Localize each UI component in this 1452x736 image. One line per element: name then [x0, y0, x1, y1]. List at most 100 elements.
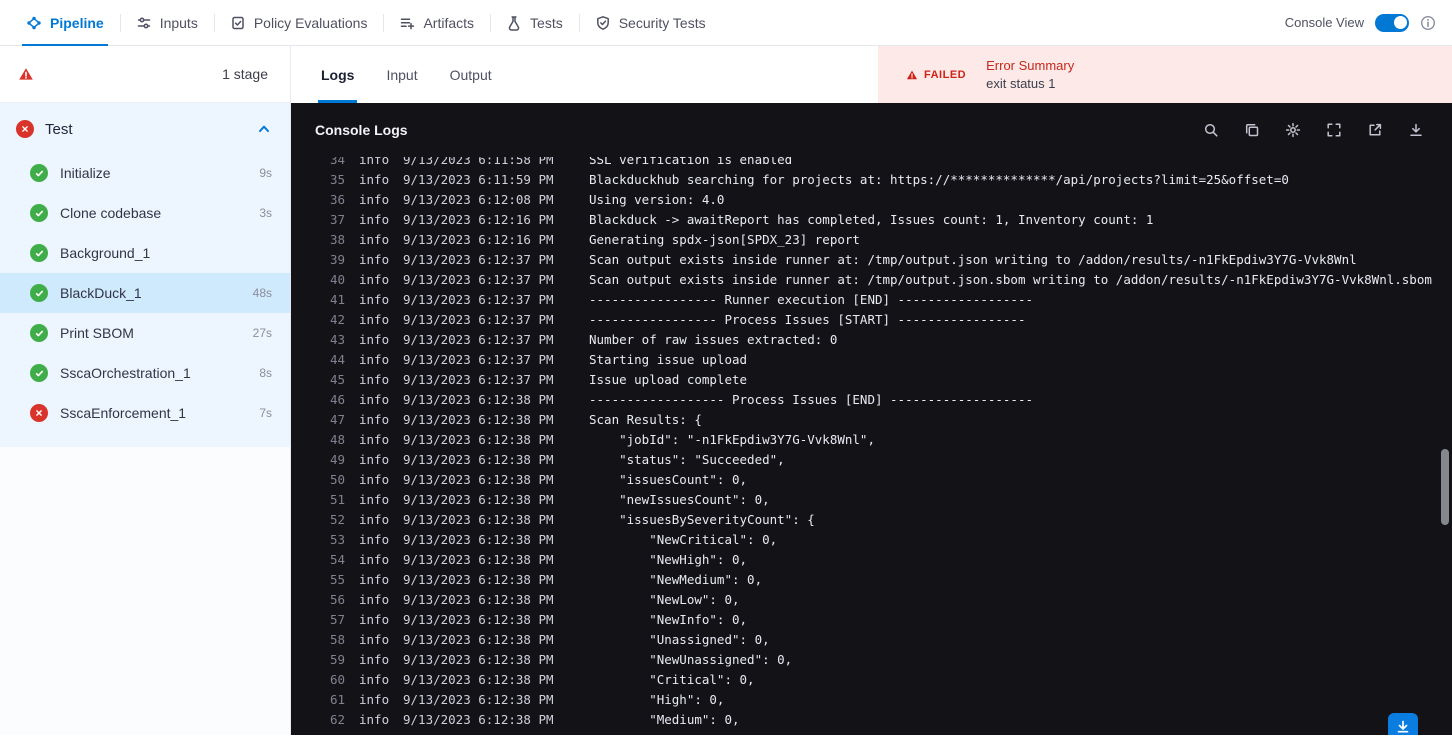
tab-label: Pipeline: [50, 14, 104, 31]
log-line: 55 info 9/13/2023 6:12:38 PM "NewMedium": …: [327, 570, 1452, 590]
log-line-number: 52: [329, 512, 345, 527]
fullscreen-icon[interactable]: [1326, 122, 1342, 138]
console-logs-panel: Console Logs 34 info 9/13/2023 6:11:58 PM S…: [291, 103, 1452, 735]
step-label: SscaOrchestration_1: [60, 365, 191, 381]
log-level: info: [359, 612, 390, 627]
log-message: Number of raw issues extracted: 0: [589, 332, 838, 347]
sidebar-stage-summary: 1 stage: [0, 46, 290, 103]
step-initialize[interactable]: Initialize 9s: [0, 153, 290, 193]
copy-icon[interactable]: [1244, 122, 1260, 138]
log-line-number: 49: [329, 452, 345, 467]
log-line-number: 38: [329, 232, 345, 247]
log-line: 53 info 9/13/2023 6:12:38 PM "NewCritical"…: [327, 530, 1452, 550]
log-message: "NewHigh": 0,: [589, 552, 748, 567]
log-level: info: [359, 572, 390, 587]
log-line: 51 info 9/13/2023 6:12:38 PM "newIssuesCou…: [327, 490, 1452, 510]
success-icon: [30, 244, 48, 262]
tab-label: Inputs: [159, 14, 198, 31]
step-blackduck_1[interactable]: BlackDuck_1 48s: [0, 273, 290, 313]
tab-logs[interactable]: Logs: [317, 46, 358, 103]
log-level: info: [359, 512, 390, 527]
log-line: 39 info 9/13/2023 6:12:37 PM Scan output ex…: [327, 250, 1452, 270]
log-level: info: [359, 552, 390, 567]
log-message: "issuesBySeverityCount": {: [589, 512, 815, 527]
log-line-number: 62: [329, 712, 345, 727]
step-duration: 3s: [259, 206, 272, 220]
log-line: 60 info 9/13/2023 6:12:38 PM "Critical": 0…: [327, 670, 1452, 690]
log-level: info: [359, 532, 390, 547]
step-label: SscaEnforcement_1: [60, 405, 187, 421]
log-timestamp: 9/13/2023 6:11:58 PM: [403, 157, 554, 167]
stage-header-test[interactable]: Test: [0, 103, 290, 153]
log-level: info: [359, 432, 390, 447]
topnav-tab-pipeline[interactable]: Pipeline: [10, 0, 120, 46]
log-message: Blackduckhub searching for projects at: …: [589, 172, 1289, 187]
log-line-number: 45: [329, 372, 345, 387]
log-level: info: [359, 492, 390, 507]
topnav-tab-policy-evaluations[interactable]: Policy Evaluations: [213, 0, 384, 45]
log-level: info: [359, 252, 390, 267]
log-line-number: 57: [329, 612, 345, 627]
log-timestamp: 9/13/2023 6:12:38 PM: [403, 712, 554, 727]
log-message: ----------------- Runner execution [END]…: [589, 292, 1034, 307]
toggle-knob: [1393, 16, 1407, 29]
settings-icon[interactable]: [1285, 122, 1301, 138]
log-line: 50 info 9/13/2023 6:12:38 PM "issuesCount"…: [327, 470, 1452, 490]
log-level: info: [359, 652, 390, 667]
log-level: info: [359, 332, 390, 347]
log-line: 34 info 9/13/2023 6:11:58 PM SSL verificati…: [327, 157, 1452, 170]
search-icon[interactable]: [1203, 122, 1219, 138]
tab-label: Artifacts: [423, 14, 475, 31]
topnav-tab-tests[interactable]: Tests: [490, 0, 579, 45]
log-timestamp: 9/13/2023 6:12:38 PM: [403, 492, 554, 507]
step-clone-codebase[interactable]: Clone codebase 3s: [0, 193, 290, 233]
log-timestamp: 9/13/2023 6:12:38 PM: [403, 652, 554, 667]
stage-count: 1 stage: [222, 66, 268, 82]
error-banner: FAILED Error Summary exit status 1: [878, 46, 1452, 103]
log-line-number: 61: [329, 692, 345, 707]
log-message: "High": 0,: [589, 692, 725, 707]
log-line: 48 info 9/13/2023 6:12:38 PM "jobId": "-n1…: [327, 430, 1452, 450]
topnav-tabs: Pipeline Inputs Policy Evaluations Artifact…: [10, 0, 722, 46]
console-header: Console Logs: [291, 103, 1452, 157]
console-view-toggle[interactable]: [1375, 13, 1409, 32]
log-line: 47 info 9/13/2023 6:12:38 PM Scan Results: …: [327, 410, 1452, 430]
step-label: BlackDuck_1: [60, 285, 142, 301]
step-print-sbom[interactable]: Print SBOM 27s: [0, 313, 290, 353]
open-in-new-icon[interactable]: [1367, 122, 1383, 138]
log-level: info: [359, 312, 390, 327]
scroll-to-bottom-button[interactable]: [1388, 713, 1418, 735]
tab-output[interactable]: Output: [450, 46, 492, 103]
info-icon[interactable]: [1420, 15, 1436, 31]
log-message: "Medium": 0,: [589, 712, 740, 727]
chevron-up-icon[interactable]: [256, 121, 272, 137]
log-timestamp: 9/13/2023 6:12:38 PM: [403, 512, 554, 527]
step-sscaorchestration_1[interactable]: SscaOrchestration_1 8s: [0, 353, 290, 393]
console-scrollbar-thumb[interactable]: [1441, 449, 1449, 525]
tab-label: Security Tests: [618, 14, 706, 31]
log-timestamp: 9/13/2023 6:11:59 PM: [403, 172, 554, 187]
step-label: Background_1: [60, 245, 151, 261]
main-tabs: Logs Input Output: [291, 46, 492, 103]
log-message: Scan output exists inside runner at: /tm…: [589, 272, 1432, 287]
log-level: info: [359, 352, 390, 367]
topnav-tab-security-tests[interactable]: Security Tests: [578, 0, 722, 45]
log-message: ------------------ Process Issues [END] …: [589, 392, 1034, 407]
log-level: info: [359, 592, 390, 607]
step-background_1[interactable]: Background_1: [0, 233, 290, 273]
download-icon[interactable]: [1408, 122, 1424, 138]
step-duration: 27s: [252, 326, 272, 340]
topnav-tab-artifacts[interactable]: Artifacts: [383, 0, 490, 45]
log-message: Blackduck -> awaitReport has completed, …: [589, 212, 1154, 227]
log-message: Scan output exists inside runner at: /tm…: [589, 252, 1357, 267]
step-sscaenforcement_1[interactable]: SscaEnforcement_1 7s: [0, 393, 290, 433]
security-tests-icon: [595, 15, 611, 31]
log-timestamp: 9/13/2023 6:12:38 PM: [403, 412, 554, 427]
log-line-number: 48: [329, 432, 345, 447]
success-icon: [30, 204, 48, 222]
topnav-tab-inputs[interactable]: Inputs: [119, 0, 214, 45]
tab-input[interactable]: Input: [386, 46, 417, 103]
step-duration: 48s: [252, 286, 272, 300]
log-timestamp: 9/13/2023 6:12:37 PM: [403, 272, 554, 287]
log-timestamp: 9/13/2023 6:12:37 PM: [403, 292, 554, 307]
